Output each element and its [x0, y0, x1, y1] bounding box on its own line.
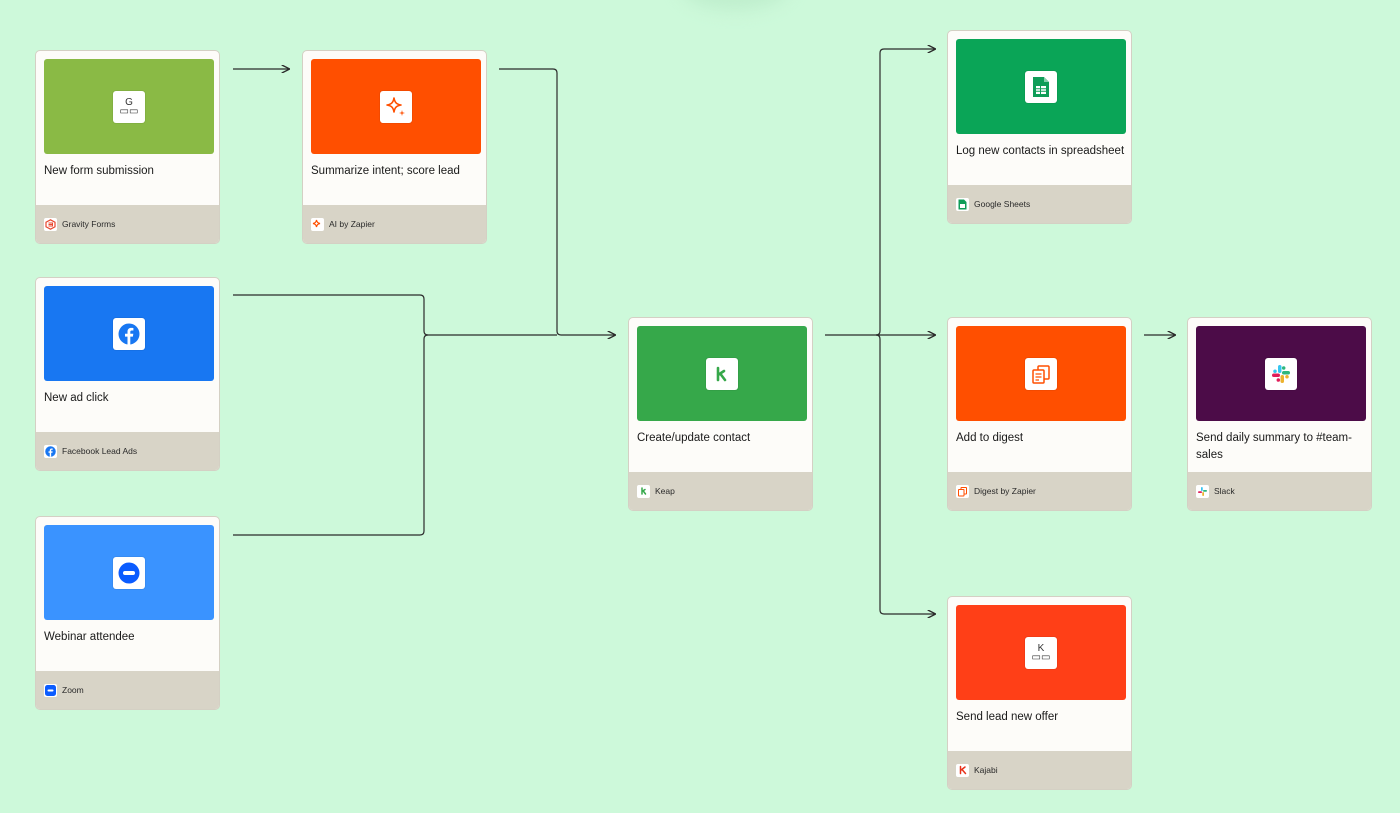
zoom-icon	[118, 562, 140, 583]
step-title: Send lead new offer	[956, 711, 1059, 723]
connector-keap-to-kajabi	[875, 334, 935, 614]
app-name: AI by Zapier	[329, 219, 375, 229]
zoom-icon	[44, 683, 57, 697]
step-title: New ad click	[44, 392, 109, 404]
app-name: Zoom	[62, 685, 84, 695]
step-footer: Kajabi	[948, 751, 1131, 789]
kajabi-icon	[956, 763, 969, 777]
connector-facebook-to-keap	[233, 294, 557, 336]
step-footer: Facebook Lead Ads	[36, 432, 219, 470]
step-banner	[1196, 326, 1366, 421]
app-name: Kajabi	[974, 765, 998, 775]
step-title: Add to digest	[956, 432, 1024, 444]
app-tile	[1265, 357, 1297, 390]
step-banner: G ▭▭	[44, 59, 214, 154]
google-sheets-icon	[1033, 76, 1049, 97]
app-tile: G ▭▭	[113, 90, 145, 123]
facebook-icon	[118, 323, 140, 344]
app-name: Keap	[655, 486, 675, 496]
app-tile	[380, 90, 412, 123]
step-banner	[311, 59, 481, 154]
step-card-digest-by-zapier[interactable]: Add to digest Digest by Zapier	[947, 317, 1132, 511]
keap-icon	[637, 484, 650, 498]
app-name: Google Sheets	[974, 199, 1031, 209]
step-footer: Gravity Forms	[36, 205, 219, 243]
step-banner	[956, 326, 1126, 421]
step-banner	[956, 39, 1126, 134]
sparkle-icon	[311, 217, 324, 231]
facebook-icon	[44, 444, 57, 458]
step-card-kajabi[interactable]: K ▭▭ Send lead new offer Kajabi	[947, 596, 1132, 790]
step-card-google-sheets[interactable]: Log new contacts in spreadsheet Google S…	[947, 30, 1132, 224]
connector-zoom-to-keap	[233, 334, 429, 536]
step-footer: Google Sheets	[948, 185, 1131, 223]
step-card-keap[interactable]: Create/update contact Keap	[628, 317, 813, 511]
slack-icon	[1272, 364, 1290, 383]
keap-icon	[716, 366, 727, 381]
gravity-forms-icon: G ▭▭	[119, 97, 139, 116]
digest-icon	[1032, 364, 1050, 384]
step-card-gravity-forms[interactable]: G ▭▭ New form submission Gravity Forms	[35, 50, 220, 244]
app-tile	[1025, 357, 1057, 390]
gravity-forms-icon	[44, 217, 57, 231]
step-title: Send daily summary to #team-sales	[1196, 432, 1352, 461]
app-tile	[113, 317, 145, 350]
step-footer: Slack	[1188, 472, 1371, 510]
step-title: Webinar attendee	[44, 631, 135, 643]
step-banner	[44, 286, 214, 381]
kajabi-icon: K ▭▭	[1031, 643, 1051, 662]
app-tile: K ▭▭	[1025, 636, 1057, 669]
connector-ai-to-keap	[499, 68, 615, 335]
app-tile	[706, 357, 738, 390]
sparkle-icon	[386, 96, 405, 116]
step-footer: AI by Zapier	[303, 205, 486, 243]
step-title: Summarize intent; score lead	[311, 165, 460, 177]
app-name: Digest by Zapier	[974, 486, 1036, 496]
step-footer: Digest by Zapier	[948, 472, 1131, 510]
slack-icon	[1196, 484, 1209, 498]
step-card-zoom[interactable]: Webinar attendee Zoom	[35, 516, 220, 710]
step-title: New form submission	[44, 165, 154, 177]
step-footer: Keap	[629, 472, 812, 510]
app-tile	[1025, 70, 1057, 103]
digest-icon	[956, 484, 969, 498]
step-banner: K ▭▭	[956, 605, 1126, 700]
connector-keap-to-sheets	[875, 49, 935, 336]
app-name: Gravity Forms	[62, 219, 116, 229]
app-name: Slack	[1214, 486, 1235, 496]
step-card-facebook-lead-ads[interactable]: New ad click Facebook Lead Ads	[35, 277, 220, 471]
app-name: Facebook Lead Ads	[62, 446, 138, 456]
step-card-slack[interactable]: Send daily summary to #team-sales Slack	[1187, 317, 1372, 511]
step-title: Log new contacts in spreadsheet	[956, 145, 1125, 157]
step-banner	[44, 525, 214, 620]
step-card-ai-by-zapier[interactable]: Summarize intent; score lead AI by Zapie…	[302, 50, 487, 244]
google-sheets-icon	[956, 197, 969, 211]
step-title: Create/update contact	[637, 432, 751, 444]
step-banner	[637, 326, 807, 421]
step-footer: Zoom	[36, 671, 219, 709]
app-tile	[113, 556, 145, 589]
